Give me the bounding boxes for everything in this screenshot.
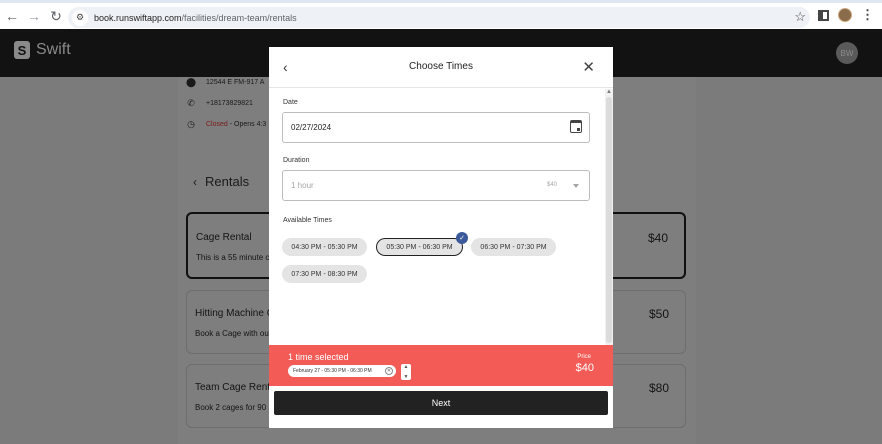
hours-row: ◷ Closed - Opens 4:3 (186, 119, 266, 130)
bookmark-star-icon[interactable]: ☆ (794, 9, 806, 25)
url-text[interactable]: book.runswiftapp.com/facilities/dream-te… (94, 13, 297, 23)
modal-title: Choose Times (409, 61, 473, 72)
chevron-left-icon[interactable]: ‹ (193, 175, 197, 189)
date-label: Date (283, 99, 298, 106)
facility-status: Closed (206, 121, 228, 128)
available-times-label: Available Times (283, 217, 332, 224)
facility-phone: +18173829821 (206, 100, 253, 107)
caret-down-icon (573, 184, 579, 188)
facility-address: 12544 E FM-917 A (206, 79, 265, 86)
stepper-down-icon[interactable]: ▼ (404, 374, 409, 380)
site-info-icon[interactable]: ⚙ (72, 9, 88, 26)
address-row: ⬤ 12544 E FM-917 A (186, 77, 264, 88)
swift-logo[interactable]: S Swift (14, 41, 71, 59)
profile-icon[interactable] (838, 8, 852, 22)
selection-summary: 1 time selected February 27 - 05:30 PM -… (269, 345, 613, 386)
url-host: book.runswiftapp.com (94, 12, 182, 23)
browser-toolbar: ← → ↻ ⚙ book.runswiftapp.com/facilities/… (0, 0, 882, 29)
rentals-heading: ‹ Rentals (193, 174, 249, 189)
rentals-title: Rentals (205, 174, 250, 189)
avatar[interactable]: BW (836, 42, 858, 64)
selected-time-chip: February 27 - 05:30 PM - 06:30 PM ✕ (288, 365, 396, 377)
url-path: /facilities/dream-team/rentals (181, 12, 297, 23)
rental-card-price: $50 (648, 307, 669, 321)
time-slot-chip-selected[interactable]: 05:30 PM - 06:30 PM (376, 238, 463, 256)
rental-card-title: Hitting Machine C (195, 308, 274, 319)
next-button[interactable]: Next (274, 391, 608, 415)
stepper-up-icon[interactable]: ▲ (404, 364, 409, 370)
check-icon: ✓ (456, 232, 468, 244)
phone-icon: ✆ (187, 98, 195, 108)
reload-icon[interactable]: ↻ (46, 6, 66, 26)
back-arrow-icon[interactable]: ← (2, 6, 22, 26)
remove-icon[interactable]: ✕ (385, 367, 393, 375)
side-panel-icon[interactable] (818, 9, 829, 21)
selected-count: 1 time selected (288, 352, 349, 362)
facility-hours: - Opens 4:3 (227, 121, 267, 128)
quantity-stepper[interactable]: ▲ ▼ (401, 364, 411, 380)
calendar-icon[interactable] (570, 120, 582, 133)
scroll-thumb[interactable] (606, 97, 612, 343)
rental-card-title: Cage Rental (196, 232, 252, 243)
date-field[interactable]: 02/27/2024 (282, 112, 590, 143)
browser-menu-icon[interactable]: ⋮ (861, 7, 874, 23)
time-slot-chip[interactable]: 07:30 PM - 08:30 PM (282, 265, 367, 283)
price-label: Price (577, 354, 591, 360)
rental-card-price: $40 (647, 231, 668, 245)
duration-label: Duration (283, 157, 310, 164)
phone-row: ✆ +18173829821 (186, 98, 253, 109)
rental-card-desc: Book 2 cages for 90 (195, 403, 267, 412)
logo-mark: S (14, 41, 30, 59)
rental-card-desc: This is a 55 minute c (196, 253, 270, 262)
rental-card-title: Team Cage Rent (195, 382, 271, 393)
rental-card-desc: Book a Cage with ou (195, 329, 269, 338)
duration-price: $40 (546, 182, 557, 188)
price-value: $40 (575, 362, 594, 374)
forward-arrow-icon[interactable]: → (24, 6, 44, 26)
selected-time-text: February 27 - 05:30 PM - 06:30 PM (293, 368, 372, 374)
modal-body: Date 02/27/2024 Duration 1 hour $40 Avai… (269, 89, 605, 345)
time-slot-chip[interactable]: 04:30 PM - 05:30 PM (282, 238, 367, 256)
duration-select[interactable]: 1 hour $40 (282, 170, 590, 201)
address-bar[interactable]: ⚙ book.runswiftapp.com/facilities/dream-… (68, 7, 810, 28)
clock-icon: ◷ (187, 119, 195, 129)
rental-card-price: $80 (648, 381, 669, 395)
scroll-up-icon[interactable]: ▲ (605, 89, 613, 95)
logo-text: Swift (36, 41, 71, 58)
duration-value: 1 hour (291, 181, 314, 190)
choose-times-modal: ‹ Choose Times ✕ Date 02/27/2024 Duratio… (269, 47, 613, 428)
modal-scrollbar[interactable]: ▲ (605, 89, 613, 345)
location-pin-icon: ⬤ (186, 77, 197, 87)
close-icon[interactable]: ✕ (582, 58, 595, 76)
time-slot-chip[interactable]: 06:30 PM - 07:30 PM (471, 238, 556, 256)
date-value: 02/27/2024 (291, 123, 332, 132)
modal-header: ‹ Choose Times ✕ (269, 47, 613, 88)
